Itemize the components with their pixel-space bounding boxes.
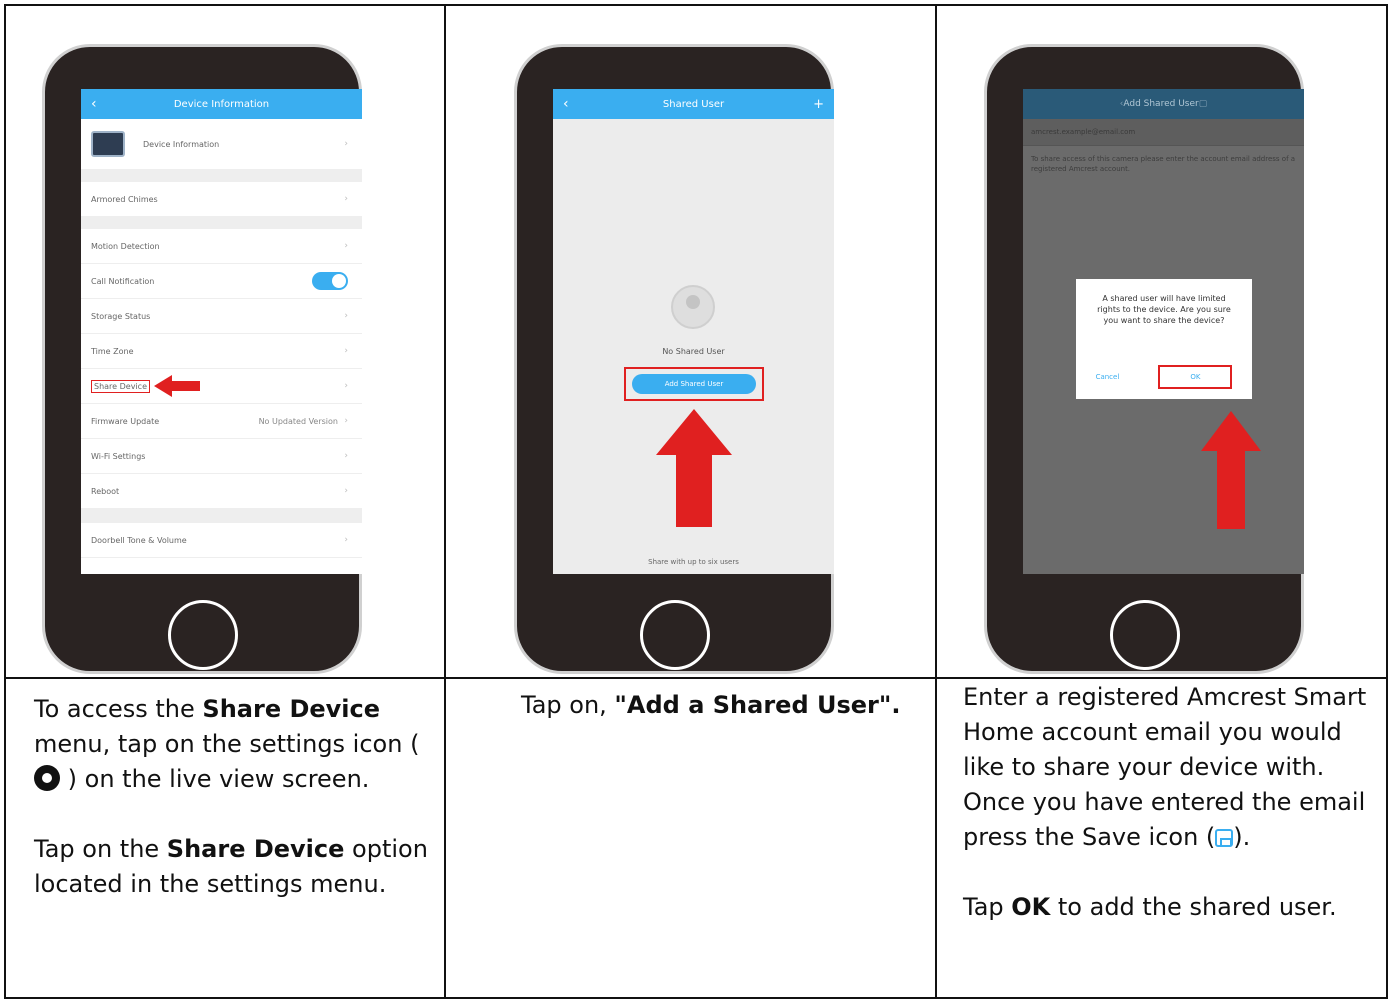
share-limit-text: Share with up to six users xyxy=(648,558,739,566)
step3-paragraph-2: Tap OK to add the shared user. xyxy=(963,893,1337,921)
row-label: Reboot xyxy=(91,486,120,496)
home-button[interactable] xyxy=(168,600,238,670)
row-label: Call Notification xyxy=(91,276,155,286)
shared-user-screen: ‹ Shared User + No Shared User Add Share… xyxy=(553,89,834,574)
motion-detection-row[interactable]: Motion Detection › xyxy=(81,229,362,264)
column-divider xyxy=(444,4,446,999)
chevron-right-icon: › xyxy=(344,381,348,391)
section-gap xyxy=(81,170,362,182)
chevron-right-icon: › xyxy=(344,241,348,251)
settings-title: Device Information xyxy=(173,98,270,110)
save-icon xyxy=(1215,829,1234,847)
row-label: Time Zone xyxy=(91,346,134,356)
time-zone-row[interactable]: Time Zone › xyxy=(81,334,362,369)
share-note: To share access of this camera please en… xyxy=(1031,155,1296,173)
row-label: Storage Status xyxy=(91,311,151,321)
red-arrow-up-icon xyxy=(656,409,732,527)
reboot-row[interactable]: Reboot › xyxy=(81,474,362,509)
red-arrow-up-icon xyxy=(1201,411,1261,529)
no-shared-user-text: No Shared User xyxy=(662,347,725,356)
chevron-right-icon: › xyxy=(344,416,348,426)
add-shared-user-app-bar: ‹ Add Shared User ▢ xyxy=(1023,89,1304,119)
step2-instructions: Tap on, "Add a Shared User". xyxy=(521,688,921,758)
row-label: Motion Detection xyxy=(91,241,160,251)
chevron-right-icon: › xyxy=(344,346,348,356)
row-divider xyxy=(4,677,1388,679)
email-value: amcrest.example@email.com xyxy=(1031,128,1136,136)
chevron-right-icon: › xyxy=(344,194,348,204)
step1-paragraph: To access the Share Device menu, tap on … xyxy=(34,695,420,793)
section-gap xyxy=(81,509,362,523)
doorbell-tone-row[interactable]: Doorbell Tone & Volume › xyxy=(81,523,362,558)
step3-paragraph: Enter a registered Amcrest Smart Home ac… xyxy=(963,683,1367,851)
highlight-box: Add Shared User xyxy=(624,367,764,401)
shared-user-app-bar: ‹ Shared User + xyxy=(553,89,834,119)
row-label: Firmware Update xyxy=(91,416,160,426)
phone-settings: ‹ Device Information Device Information … xyxy=(42,44,362,674)
add-shared-user-button[interactable]: Add Shared User xyxy=(632,374,756,394)
chevron-right-icon: › xyxy=(344,486,348,496)
step2-paragraph: Tap on, "Add a Shared User". xyxy=(521,691,901,719)
gear-icon xyxy=(34,765,60,791)
back-icon[interactable]: ‹ xyxy=(91,96,97,112)
avatar-icon xyxy=(671,285,715,329)
home-button[interactable] xyxy=(640,600,710,670)
share-device-label: Share Device xyxy=(91,379,150,393)
row-label: Armored Chimes xyxy=(91,194,158,204)
confirm-dialog: A shared user will have limited rights t… xyxy=(1076,279,1252,399)
step3-instructions: Enter a registered Amcrest Smart Home ac… xyxy=(963,680,1383,960)
dialog-buttons: Cancel OK xyxy=(1076,365,1252,389)
row-label: Doorbell Tone & Volume xyxy=(91,535,187,545)
storage-status-row[interactable]: Storage Status › xyxy=(81,299,362,334)
row-label: Wi-Fi Settings xyxy=(91,451,146,461)
home-button[interactable] xyxy=(1110,600,1180,670)
firmware-version-value: No Updated Version xyxy=(258,416,338,426)
dialog-message: A shared user will have limited rights t… xyxy=(1097,294,1231,325)
chevron-right-icon: › xyxy=(344,535,348,545)
column-divider xyxy=(935,4,937,999)
phone-add-shared-user: ‹ Add Shared User ▢ amcrest.example@emai… xyxy=(984,44,1304,674)
chimes-row[interactable]: Armored Chimes › xyxy=(81,182,362,217)
settings-app-bar: ‹ Device Information xyxy=(81,89,362,119)
add-shared-user-screen: ‹ Add Shared User ▢ amcrest.example@emai… xyxy=(1023,89,1304,574)
shared-user-title: Shared User xyxy=(662,98,725,110)
cancel-button[interactable]: Cancel xyxy=(1096,373,1120,381)
step1-paragraph-2: Tap on the Share Device option located i… xyxy=(34,835,428,898)
chevron-right-icon: › xyxy=(344,451,348,461)
ok-button[interactable]: OK xyxy=(1158,365,1233,389)
wifi-settings-row[interactable]: Wi-Fi Settings › xyxy=(81,439,362,474)
chevron-right-icon: › xyxy=(344,139,348,149)
share-device-row[interactable]: Share Device › xyxy=(81,369,362,404)
settings-screen: ‹ Device Information Device Information … xyxy=(81,89,362,574)
phone-shared-user: ‹ Shared User + No Shared User Add Share… xyxy=(514,44,834,674)
call-notification-toggle[interactable] xyxy=(312,272,348,290)
red-arrow-left-icon xyxy=(154,375,200,397)
camera-thumbnail xyxy=(91,131,125,157)
add-shared-user-title: Add Shared User xyxy=(1123,99,1199,109)
step1-instructions: To access the Share Device menu, tap on … xyxy=(34,692,430,937)
save-icon[interactable]: ▢ xyxy=(1199,99,1208,109)
email-field[interactable]: amcrest.example@email.com xyxy=(1023,119,1304,146)
row-label: Device Information xyxy=(143,139,220,149)
call-notification-row: Call Notification xyxy=(81,264,362,299)
section-gap xyxy=(81,217,362,229)
back-icon[interactable]: ‹ xyxy=(563,96,569,112)
add-icon[interactable]: + xyxy=(813,97,824,112)
firmware-update-row[interactable]: Firmware Update No Updated Version › xyxy=(81,404,362,439)
chevron-right-icon: › xyxy=(344,311,348,321)
device-info-row[interactable]: Device Information › xyxy=(81,119,362,170)
